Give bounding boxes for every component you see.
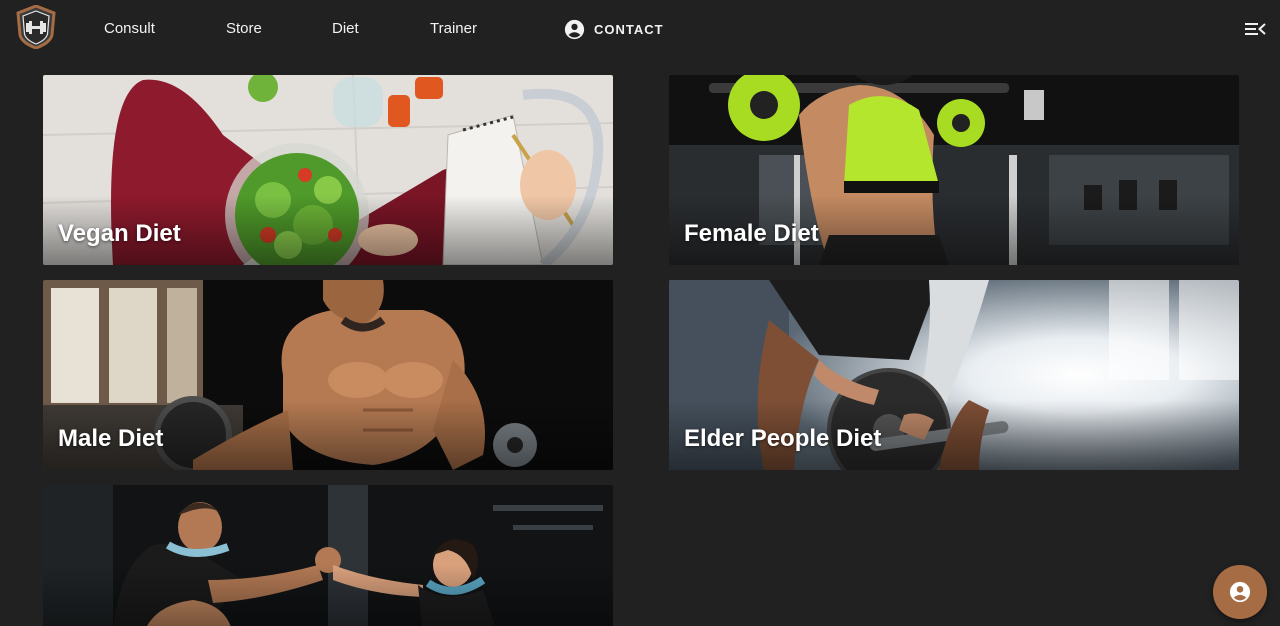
brand-logo[interactable]	[15, 4, 57, 50]
menu-collapse-icon[interactable]	[1244, 20, 1266, 38]
card-title-female: Female Diet	[684, 220, 819, 247]
account-circle-icon	[1229, 581, 1251, 603]
diet-card-female[interactable]: Female Diet	[669, 75, 1239, 265]
diet-card-male[interactable]: Male Diet	[43, 280, 613, 470]
contact-button[interactable]: CONTACT	[564, 18, 664, 40]
top-navbar: Consult Store Diet Trainer CONTACT	[0, 0, 1280, 58]
diet-card-elder[interactable]: Elder People Diet	[669, 280, 1239, 470]
nav-link-diet[interactable]: Diet	[332, 20, 359, 38]
card-title-vegan: Vegan Diet	[58, 220, 181, 247]
card-title-male: Male Diet	[58, 425, 164, 452]
card-title-elder: Elder People Diet	[684, 425, 882, 452]
contact-label: CONTACT	[594, 21, 664, 37]
account-circle-icon	[564, 19, 585, 39]
card-shade	[43, 565, 613, 626]
nav-link-trainer[interactable]: Trainer	[430, 20, 477, 38]
nav-link-store[interactable]: Store	[226, 20, 262, 38]
diet-card-vegan[interactable]: Vegan Diet	[43, 75, 613, 265]
account-fab-button[interactable]	[1213, 565, 1267, 619]
diet-card-couple[interactable]	[43, 485, 613, 626]
dumbbell-shield-icon	[16, 4, 56, 50]
nav-link-consult[interactable]: Consult	[104, 20, 155, 38]
